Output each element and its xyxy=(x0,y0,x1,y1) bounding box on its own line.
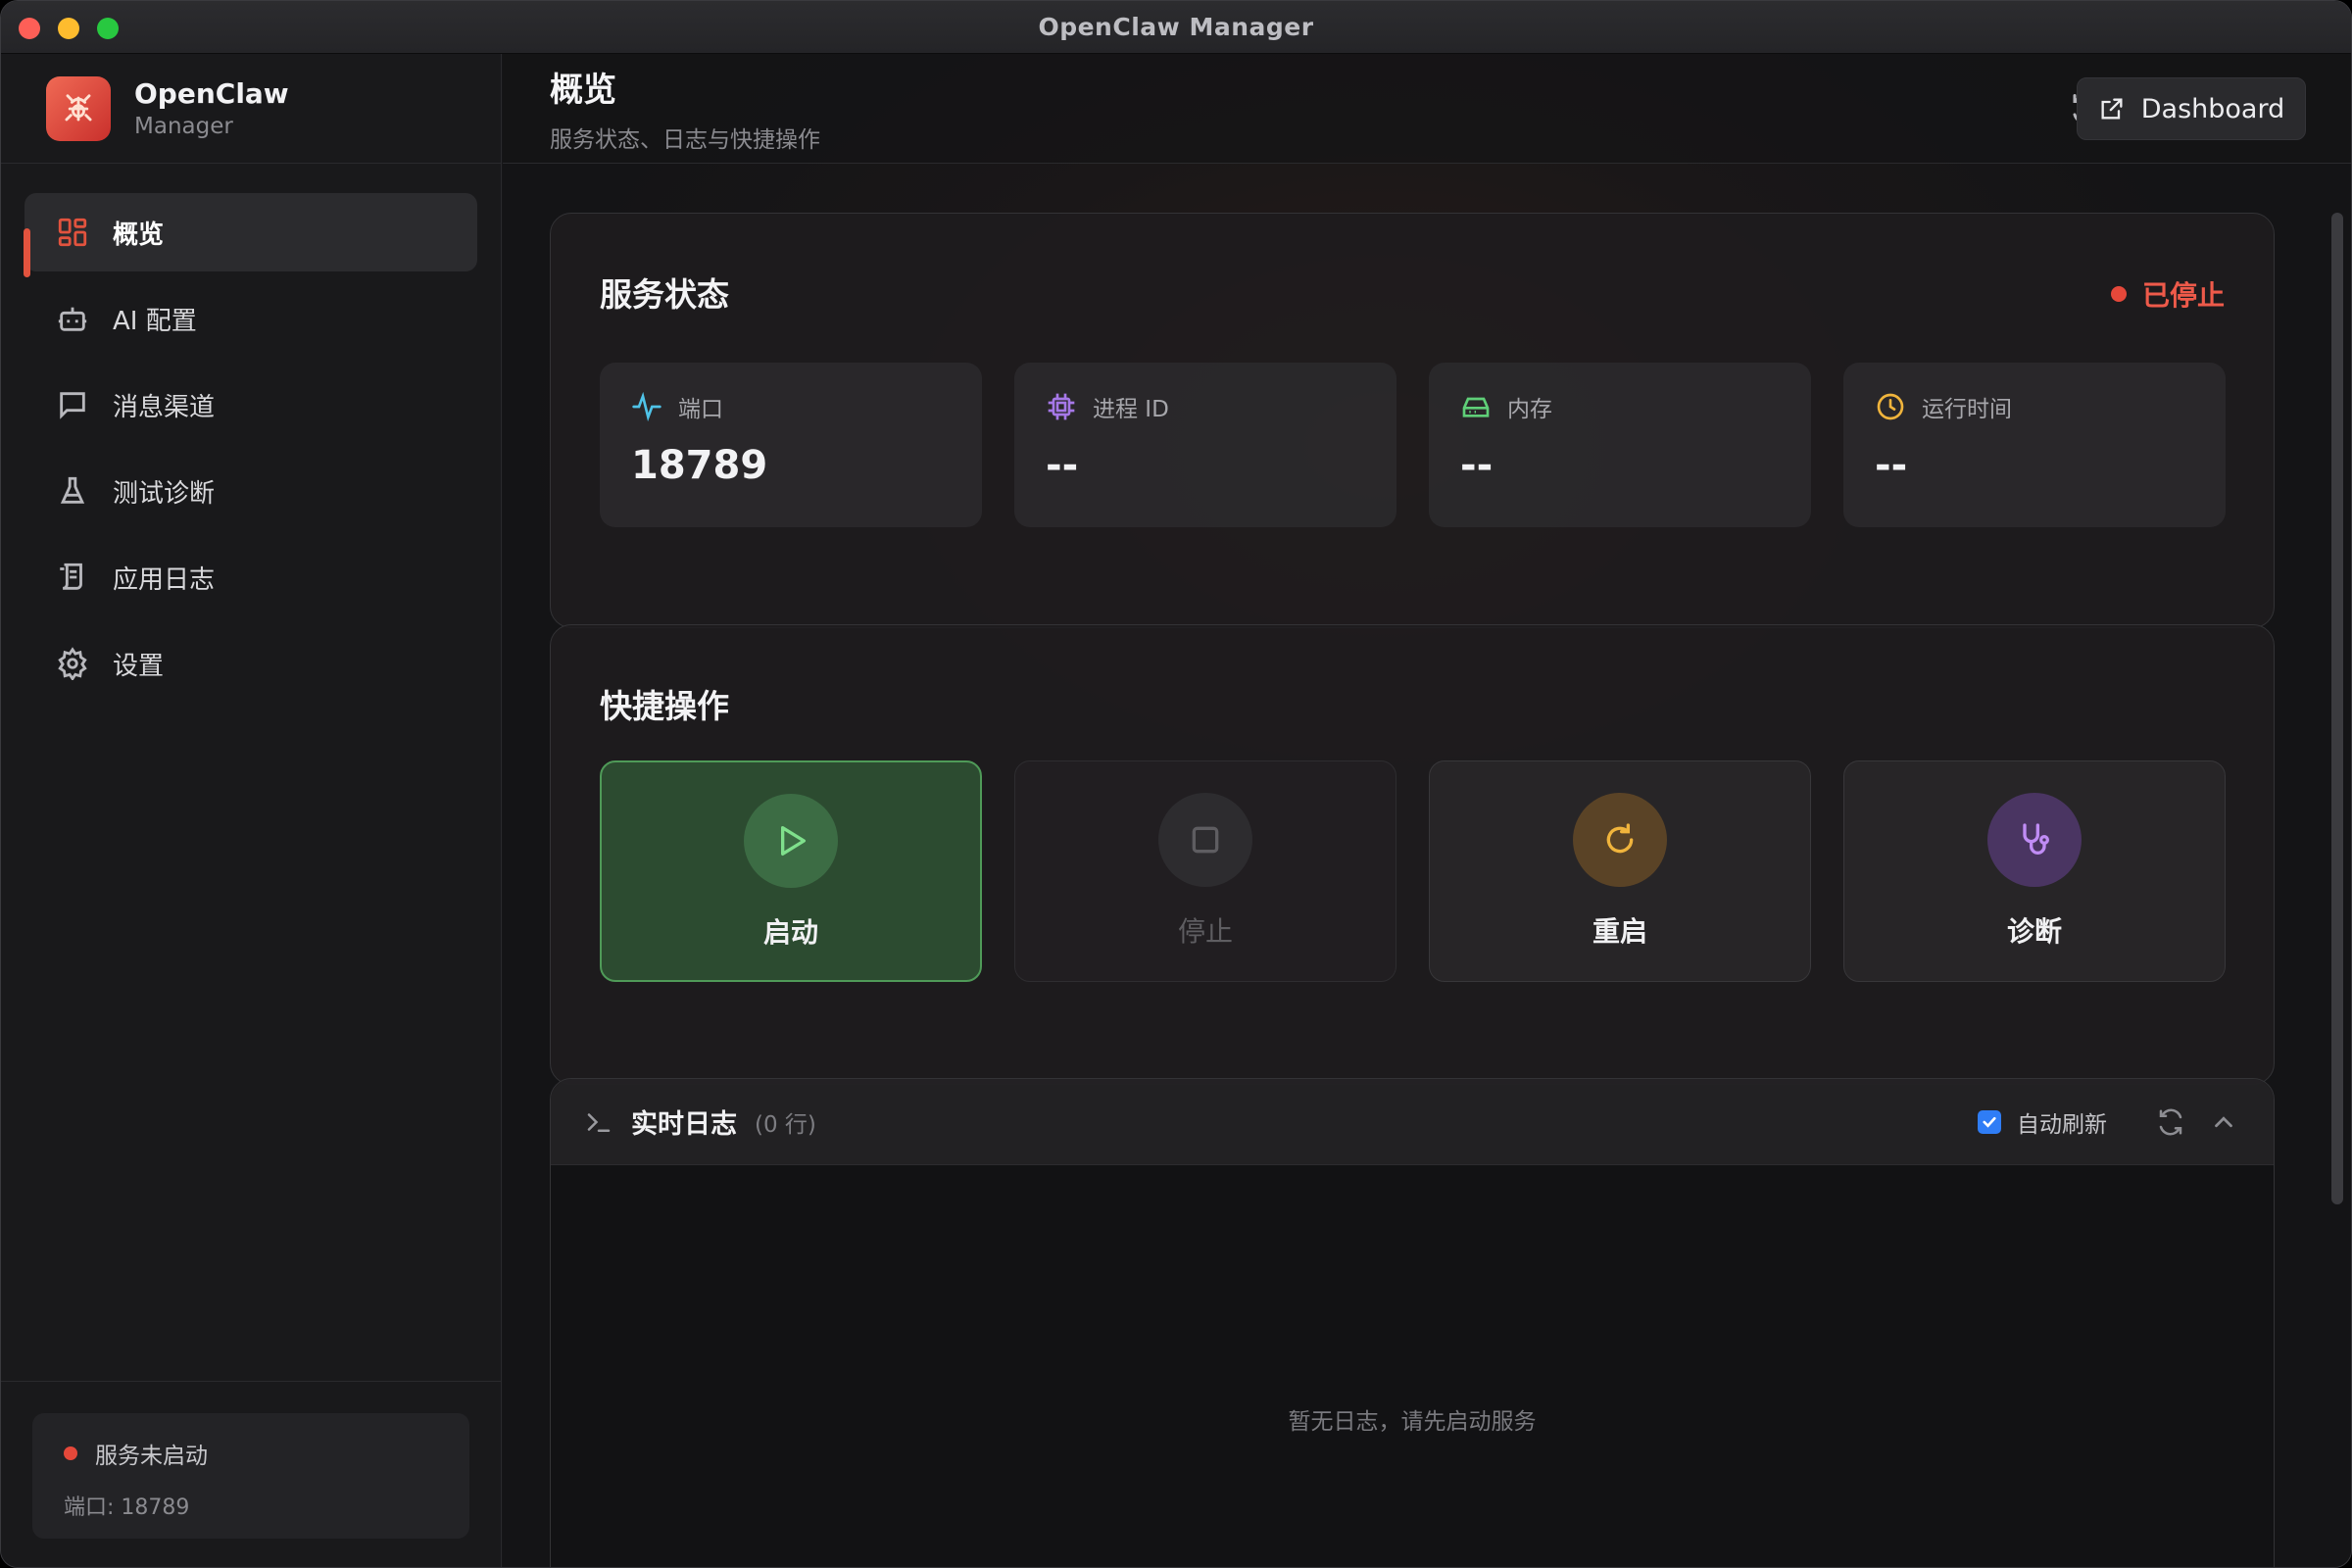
start-button[interactable]: 启动 xyxy=(600,760,982,982)
diagnose-button-label: 诊断 xyxy=(2006,915,2062,948)
brand: OpenClaw Manager xyxy=(1,54,501,164)
window-title: OpenClaw Manager xyxy=(1038,13,1314,41)
stat-value: -- xyxy=(1460,443,1494,488)
logs-empty-text: 暂无日志，请先启动服务 xyxy=(1288,1409,1537,1435)
service-status-title: 服务状态 xyxy=(600,275,729,314)
logs-body: 暂无日志，请先启动服务 xyxy=(551,1165,2274,1567)
close-window-button[interactable] xyxy=(19,18,40,39)
sidebar-nav: 概览 AI 配置 消息渠道 测试诊断 应用日志 设置 xyxy=(1,164,501,703)
zoom-window-button[interactable] xyxy=(97,18,119,39)
page-header: 概览 服务状态、日志与快捷操作 Dashboard xyxy=(503,54,2351,164)
brand-subtitle: Manager xyxy=(134,114,233,139)
logs-line-count: (0 行) xyxy=(755,1111,816,1138)
stat-value: -- xyxy=(1875,443,1908,488)
stat-value: 18789 xyxy=(631,443,768,488)
clock-icon xyxy=(1877,393,1904,420)
scroll-icon xyxy=(60,563,82,590)
window-controls xyxy=(19,18,119,39)
scrollbar[interactable] xyxy=(2331,213,2343,1204)
activity-icon xyxy=(632,391,662,422)
diagnose-button[interactable]: 诊断 xyxy=(1843,760,2226,982)
restart-button-label: 重启 xyxy=(1592,915,1647,948)
service-port-text: 端口: 18789 xyxy=(64,1495,190,1520)
stat-memory: 内存 -- xyxy=(1429,363,1811,527)
stat-value: -- xyxy=(1046,443,1079,488)
robot-icon xyxy=(58,307,87,331)
page-subtitle: 服务状态、日志与快捷操作 xyxy=(550,127,820,153)
main-content: 概览 服务状态、日志与快捷操作 Dashboard 服务状态 已停止 端口 18… xyxy=(503,54,2351,1567)
minimize-window-button[interactable] xyxy=(58,18,79,39)
gear-icon xyxy=(58,647,87,680)
stop-button-label: 停止 xyxy=(1177,915,1233,948)
sidebar-item-diagnostics[interactable]: 测试诊断 xyxy=(24,452,477,530)
realtime-logs-card: 实时日志 (0 行) 自动刷新 暂无日志，请先启动服务 xyxy=(550,1078,2275,1567)
sidebar-footer: 服务未启动 端口: 18789 xyxy=(1,1381,501,1567)
sidebar-item-ai-config[interactable]: AI 配置 xyxy=(24,279,477,358)
restart-icon xyxy=(1606,823,1634,854)
sidebar-item-label: 测试诊断 xyxy=(113,478,216,509)
dashboard-button[interactable]: Dashboard xyxy=(2077,77,2306,140)
stat-process-id: 进程 ID -- xyxy=(1014,363,1396,527)
stethoscope-icon xyxy=(2023,823,2049,855)
status-dot xyxy=(64,1446,77,1460)
restart-button[interactable]: 重启 xyxy=(1429,760,1811,982)
sidebar-item-label: 设置 xyxy=(113,651,165,681)
auto-refresh-checkbox[interactable] xyxy=(1978,1110,2001,1134)
logs-title: 实时日志 xyxy=(631,1109,737,1140)
grid-icon xyxy=(58,218,87,247)
refresh-logs-icon[interactable] xyxy=(2156,1107,2185,1137)
chat-icon xyxy=(60,392,85,419)
terminal-icon xyxy=(587,1112,611,1132)
stat-label: 端口 xyxy=(678,397,723,422)
external-link-icon xyxy=(2101,98,2123,120)
stop-icon xyxy=(1192,826,1219,854)
stat-label: 进程 ID xyxy=(1093,397,1169,422)
status-badge: 已停止 xyxy=(2110,274,2225,314)
lobster-icon xyxy=(46,75,111,141)
quick-actions-card: 快捷操作 启动 停止 重启 诊断 xyxy=(550,624,2275,1085)
stat-label: 内存 xyxy=(1507,397,1552,422)
quick-actions-title: 快捷操作 xyxy=(600,687,729,725)
sidebar-item-app-logs[interactable]: 应用日志 xyxy=(24,538,477,616)
cpu-icon xyxy=(1048,393,1075,420)
title-bar: OpenClaw Manager xyxy=(1,1,2351,54)
service-summary-card: 服务未启动 端口: 18789 xyxy=(32,1413,469,1539)
sidebar-item-label: 应用日志 xyxy=(113,564,216,595)
dashboard-button-label: Dashboard xyxy=(2140,93,2285,124)
stat-label: 运行时间 xyxy=(1922,397,2012,422)
flask-icon xyxy=(60,476,85,504)
chevron-up-icon[interactable] xyxy=(2209,1107,2238,1137)
sidebar-item-label: 概览 xyxy=(113,220,165,250)
sidebar: OpenClaw Manager 概览 AI 配置 消息渠道 测试诊断 应用日志… xyxy=(1,54,502,1567)
service-status-card: 服务状态 已停止 端口 18789 进程 ID -- 内存 -- 运行时间 -- xyxy=(550,213,2275,628)
check-icon xyxy=(1983,1116,1996,1128)
stat-port: 端口 18789 xyxy=(600,363,982,527)
start-button-label: 启动 xyxy=(762,916,818,949)
drive-icon xyxy=(1462,397,1490,417)
logs-header[interactable]: 实时日志 (0 行) 自动刷新 xyxy=(551,1079,2274,1165)
stat-uptime: 运行时间 -- xyxy=(1843,363,2226,527)
sidebar-item-label: AI 配置 xyxy=(113,306,197,336)
sidebar-item-settings[interactable]: 设置 xyxy=(24,624,477,703)
auto-refresh-label[interactable]: 自动刷新 xyxy=(2017,1105,2107,1139)
play-icon xyxy=(781,826,806,856)
sidebar-item-overview[interactable]: 概览 xyxy=(24,193,477,277)
sidebar-item-label: 消息渠道 xyxy=(113,392,216,422)
service-status-text: 服务未启动 xyxy=(95,1444,208,1469)
page-title: 概览 xyxy=(550,71,616,110)
app-window: OpenClaw Manager OpenClaw Manager 概览 AI … xyxy=(0,0,2352,1568)
stop-button[interactable]: 停止 xyxy=(1014,760,1396,982)
brand-name: OpenClaw xyxy=(134,77,289,110)
sidebar-item-channels[interactable]: 消息渠道 xyxy=(24,366,477,444)
